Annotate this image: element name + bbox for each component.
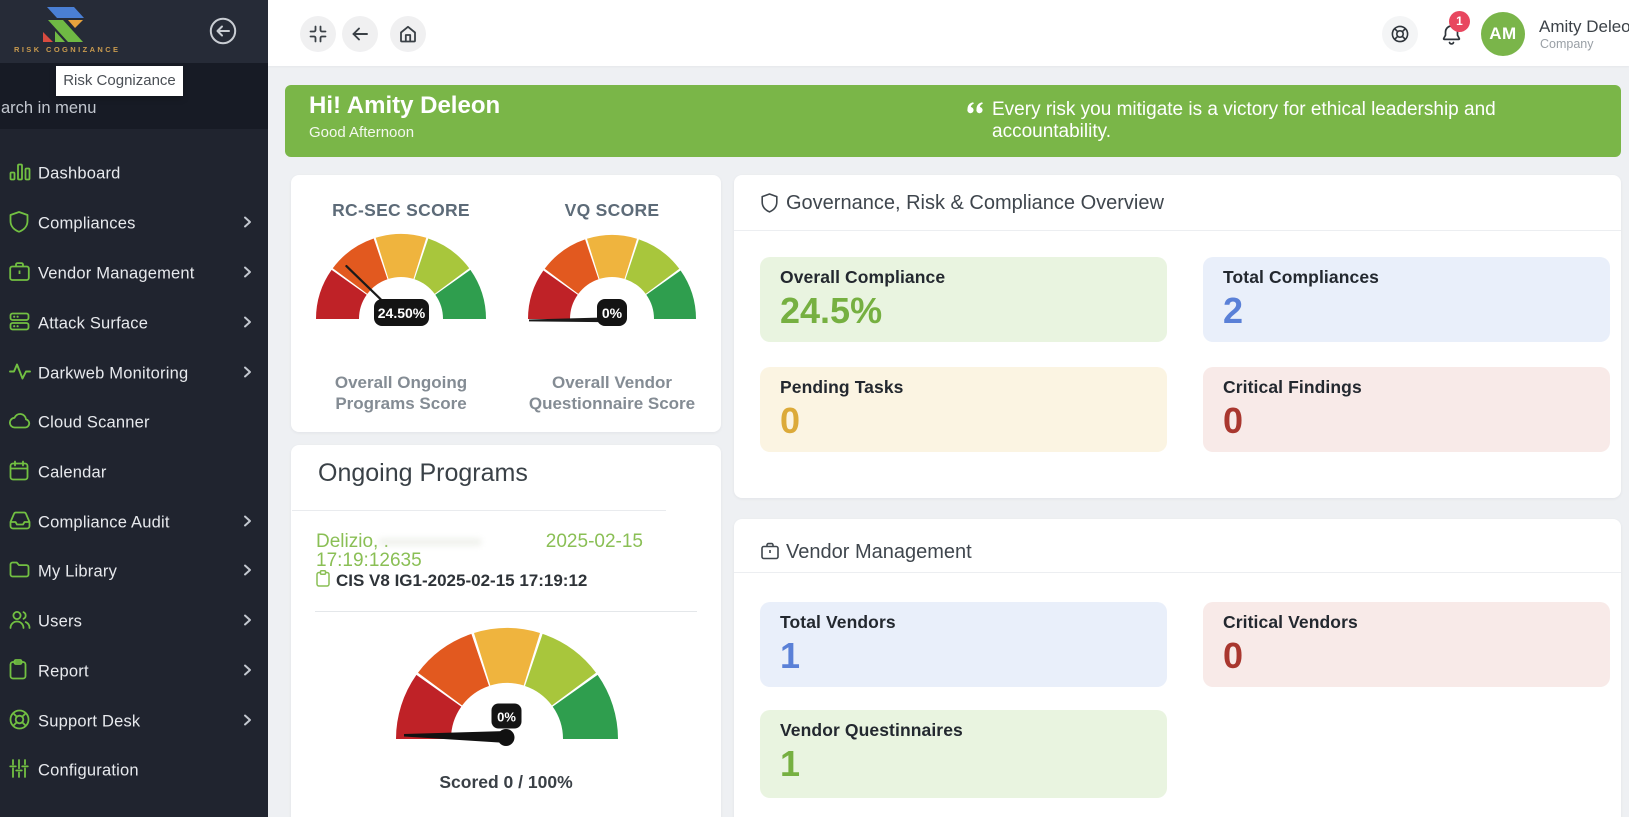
svg-text:0%: 0% [497,710,516,725]
svg-text:24.50%: 24.50% [378,305,426,321]
svg-text:0%: 0% [602,305,623,321]
